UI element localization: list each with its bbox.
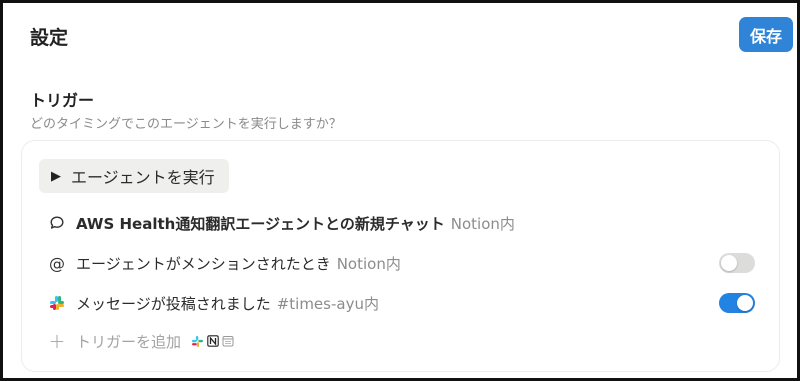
slack-icon xyxy=(191,335,204,348)
trigger-card: ▶ エージェントを実行 AWS Health通知翻訳エージェントとの新規チャット… xyxy=(21,140,780,372)
trigger-heading: トリガー xyxy=(30,91,95,110)
plus-icon: + xyxy=(48,329,66,353)
calendar-icon xyxy=(221,335,234,348)
mention-toggle[interactable] xyxy=(719,253,755,273)
add-trigger-label: トリガーを追加 xyxy=(76,332,182,351)
save-button[interactable]: 保存 xyxy=(739,17,793,52)
trigger-slack-message: メッセージが投稿されました #times-ayu内 xyxy=(46,289,755,317)
trigger-scope: #times-ayu内 xyxy=(276,294,379,313)
settings-panel: 設定 保存 トリガー どのタイミングでこのエージェントを実行しますか？ ▶ エー… xyxy=(0,0,800,381)
add-trigger-sources xyxy=(191,335,234,348)
slack-message-toggle[interactable] xyxy=(719,293,755,313)
add-trigger-button[interactable]: + トリガーを追加 xyxy=(46,327,755,355)
slack-icon xyxy=(46,296,68,310)
toggle-knob xyxy=(737,295,753,311)
chat-bubble-icon xyxy=(46,215,68,231)
trigger-subtitle: どのタイミングでこのエージェントを実行しますか？ xyxy=(30,117,342,132)
page-title: 設定 xyxy=(30,27,69,49)
play-icon: ▶ xyxy=(51,168,61,184)
trigger-label: メッセージが投稿されました xyxy=(76,294,271,313)
trigger-scope: Notion内 xyxy=(336,254,401,273)
toggle-knob xyxy=(721,255,737,271)
trigger-label: エージェントがメンションされたとき xyxy=(76,254,331,273)
run-agent-label: エージェントを実行 xyxy=(71,168,215,187)
trigger-scope: Notion内 xyxy=(450,214,515,233)
notion-icon xyxy=(206,335,219,348)
trigger-new-chat[interactable]: AWS Health通知翻訳エージェントとの新規チャット Notion内 xyxy=(46,209,755,237)
trigger-label: AWS Health通知翻訳エージェントとの新規チャット xyxy=(76,214,445,233)
at-sign-icon: @ xyxy=(49,253,65,273)
run-agent-button[interactable]: ▶ エージェントを実行 xyxy=(39,159,229,193)
trigger-mention: @ エージェントがメンションされたとき Notion内 xyxy=(46,249,755,277)
